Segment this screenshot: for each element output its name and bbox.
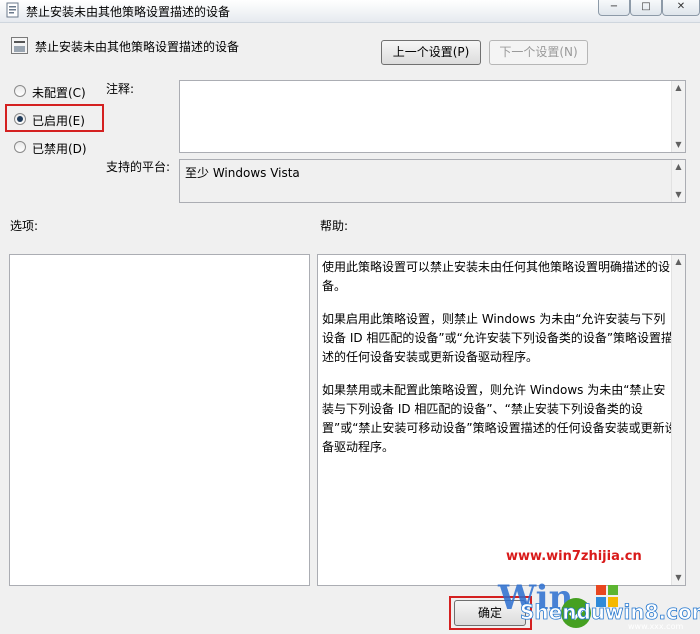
close-icon: ✕ bbox=[676, 1, 686, 12]
radio-not-configured-control[interactable] bbox=[14, 85, 26, 97]
previous-setting-button[interactable]: 上一个设置(P) bbox=[381, 40, 481, 65]
platform-label: 支持的平台: bbox=[106, 160, 171, 174]
scroll-up-icon[interactable]: ▲ bbox=[672, 160, 685, 174]
options-label: 选项: bbox=[10, 219, 39, 233]
watermark-logo: Win Shenduwin8.com www.xxx.com bbox=[497, 578, 700, 631]
policy-icon bbox=[11, 37, 28, 54]
help-label: 帮助: bbox=[320, 219, 349, 233]
window-title: 禁止安装未由其他策略设置描述的设备 bbox=[26, 5, 231, 19]
platform-scrollbar[interactable]: ▲ ▼ bbox=[671, 160, 685, 202]
help-scrollbar[interactable]: ▲ ▼ bbox=[671, 255, 685, 585]
help-paragraph: 如果禁用或未配置此策略设置，则允许 Windows 为未由“禁止安装与下列设备 … bbox=[322, 383, 677, 454]
radio-disabled-control[interactable] bbox=[14, 141, 26, 153]
svg-text:www.xxx.com: www.xxx.com bbox=[628, 622, 683, 631]
comment-label: 注释: bbox=[106, 82, 135, 96]
platform-field: 至少 Windows Vista ▲ ▼ bbox=[179, 159, 686, 203]
next-setting-button[interactable]: 下一个设置(N) bbox=[489, 40, 588, 65]
minimize-button[interactable]: − bbox=[598, 0, 630, 16]
comment-scrollbar[interactable]: ▲ ▼ bbox=[671, 81, 685, 152]
scroll-up-icon[interactable]: ▲ bbox=[672, 81, 685, 95]
close-button[interactable]: ✕ bbox=[662, 0, 700, 16]
minimize-icon: − bbox=[609, 1, 619, 12]
policy-name: 禁止安装未由其他策略设置描述的设备 bbox=[35, 40, 240, 54]
svg-text:Shenduwin8.com: Shenduwin8.com bbox=[520, 600, 700, 624]
options-pane bbox=[9, 254, 310, 586]
maximize-button[interactable]: □ bbox=[630, 0, 662, 16]
scroll-up-icon[interactable]: ▲ bbox=[672, 255, 685, 269]
radio-disabled-label: 已禁用(D) bbox=[32, 142, 87, 156]
maximize-icon: □ bbox=[641, 1, 651, 12]
platform-value: 至少 Windows Vista bbox=[185, 166, 300, 180]
help-paragraph: 如果启用此策略设置，则禁止 Windows 为未由“允许安装与下列设备 ID 相… bbox=[322, 312, 674, 364]
title-bar: 禁止安装未由其他策略设置描述的设备 − □ ✕ bbox=[0, 0, 700, 23]
scroll-down-icon[interactable]: ▼ bbox=[672, 138, 685, 152]
comment-textarea[interactable]: ▲ ▼ bbox=[179, 80, 686, 153]
group-policy-icon bbox=[6, 2, 19, 18]
help-paragraph: 使用此策略设置可以禁止安装未由任何其他策略设置明确描述的设备。 bbox=[322, 260, 671, 293]
radio-not-configured-label: 未配置(C) bbox=[32, 86, 86, 100]
watermark-url: www.win7zhijia.cn bbox=[506, 549, 642, 564]
enabled-highlight-box bbox=[5, 104, 104, 132]
help-pane: 使用此策略设置可以禁止安装未由任何其他策略设置明确描述的设备。 如果启用此策略设… bbox=[317, 254, 686, 586]
scroll-down-icon[interactable]: ▼ bbox=[672, 188, 685, 202]
policy-dialog: 禁止安装未由其他策略设置描述的设备 − □ ✕ 禁止安装未由其他策略设置描述的设… bbox=[0, 0, 700, 634]
